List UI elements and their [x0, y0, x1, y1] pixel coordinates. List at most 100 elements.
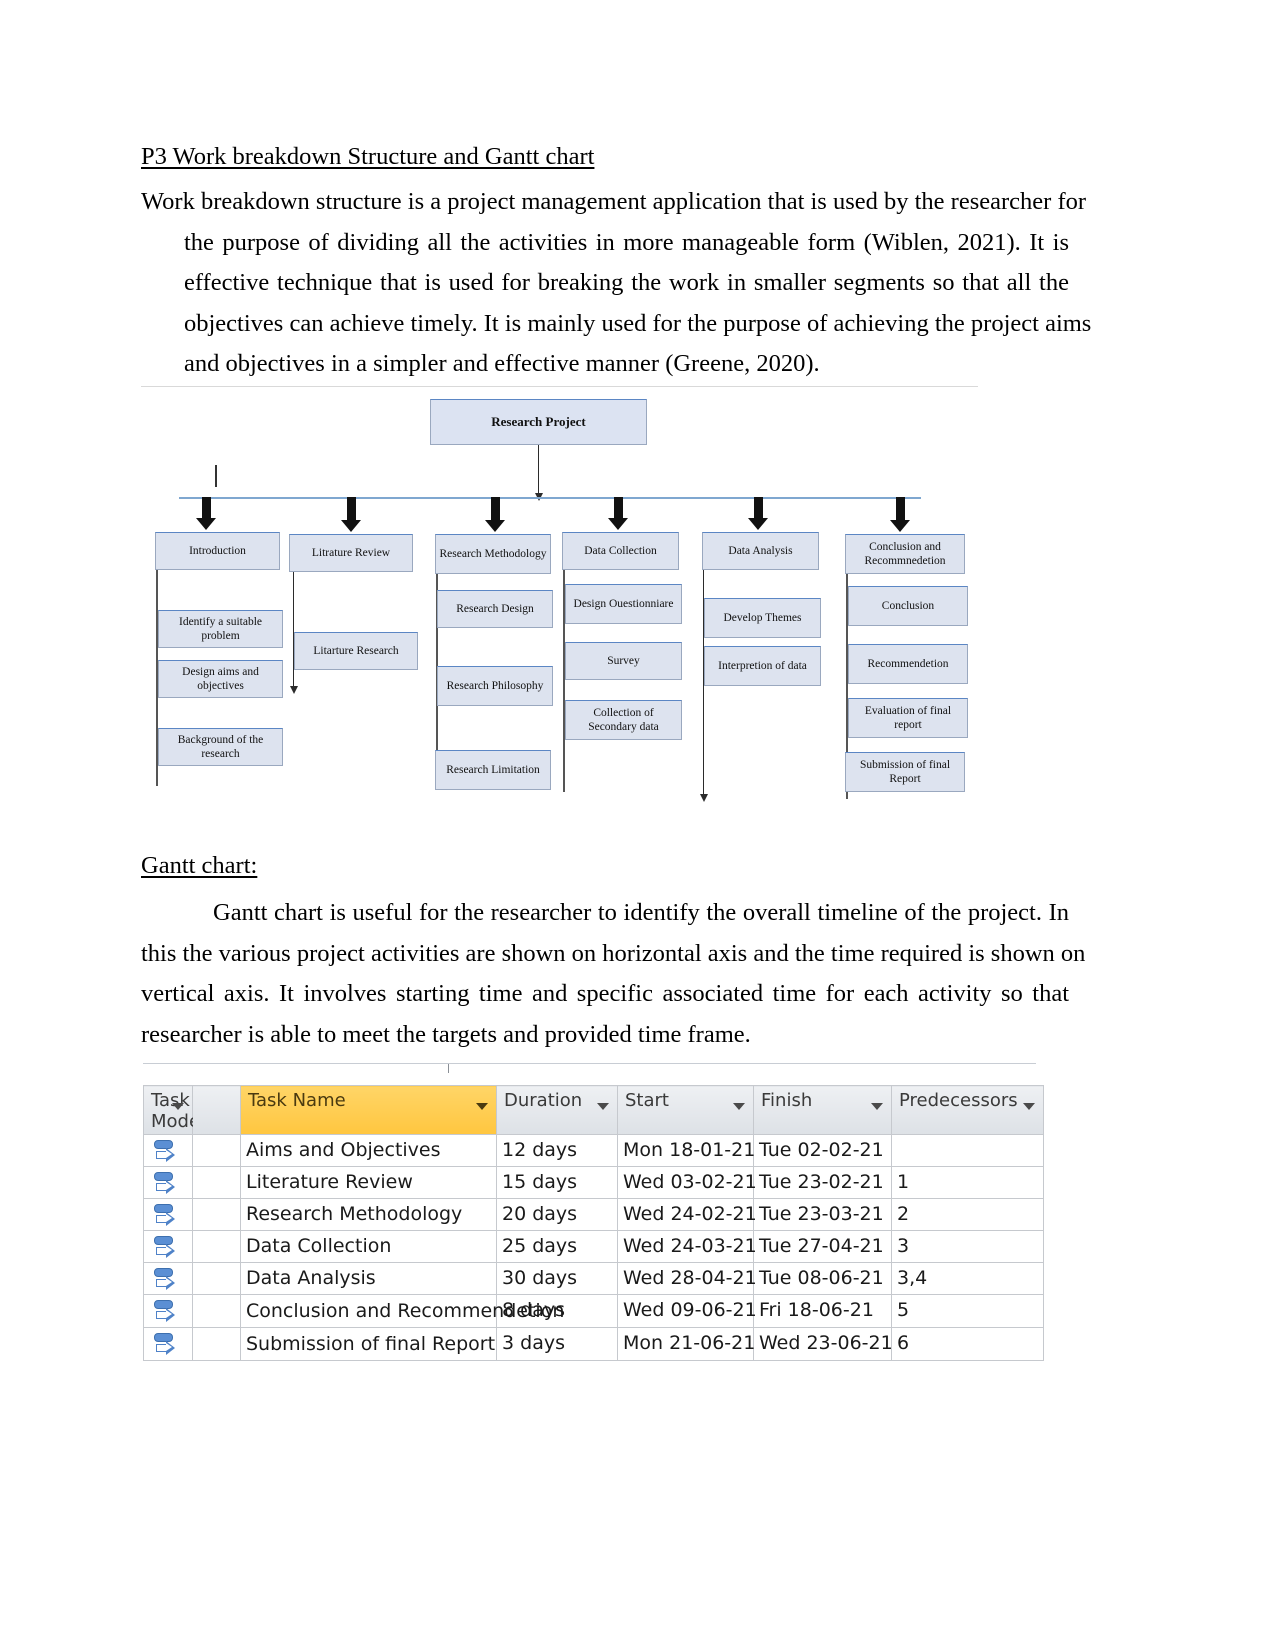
start-cell[interactable]: Wed 24-03-21 — [617, 1230, 757, 1263]
task-name-cell[interactable]: Data Analysis — [240, 1262, 497, 1295]
paragraph-line: Gantt chart is useful for the researcher… — [213, 899, 1069, 926]
task-name-cell[interactable]: Aims and Objectives — [240, 1134, 497, 1167]
column-header-task-mode[interactable]: Task Mode — [143, 1085, 201, 1135]
wbs-leaf-develop-themes: Develop Themes — [704, 598, 821, 638]
predecessors-cell[interactable]: 2 — [891, 1198, 1044, 1231]
auto-schedule-icon — [153, 1172, 181, 1197]
finish-cell[interactable]: Tue 23-03-21 — [753, 1198, 892, 1231]
duration-cell[interactable]: 15 days — [496, 1166, 618, 1199]
paragraph-line: objectives can achieve timely. It is mai… — [184, 309, 1092, 337]
chevron-down-icon[interactable] — [871, 1103, 883, 1110]
wbs-branch-conclusion: Conclusion and Recommnedetion — [845, 534, 965, 574]
page-title: P3 Work breakdown Structure and Gantt ch… — [141, 143, 595, 170]
wbs-leaf-design-aims: Design aims and objectives — [158, 660, 283, 698]
table-row[interactable]: Submission of final Report 3 days Mon 21… — [143, 1327, 1044, 1361]
start-cell[interactable]: Mon 18-01-21 — [617, 1134, 755, 1167]
wbs-leaf-recommendetion: Recommendetion — [848, 644, 968, 684]
finish-cell[interactable]: Wed 23-06-21 — [753, 1327, 893, 1361]
wbs-leaf-research-philosophy: Research Philosophy — [437, 666, 553, 706]
indicator-cell — [192, 1198, 241, 1231]
task-mode-cell[interactable] — [143, 1294, 193, 1328]
column-header-finish[interactable]: Finish — [753, 1085, 892, 1135]
column-header-start[interactable]: Start — [617, 1085, 754, 1135]
table-row[interactable]: Conclusion and Recommendetion 8 days Wed… — [143, 1294, 1044, 1328]
duration-cell[interactable]: 8 days — [496, 1294, 618, 1328]
wbs-branch-data-analysis: Data Analysis — [702, 532, 819, 570]
finish-cell[interactable]: Tue 08-06-21 — [753, 1262, 892, 1295]
column-header-duration[interactable]: Duration — [496, 1085, 618, 1135]
column-header-indicator[interactable] — [192, 1085, 241, 1135]
start-cell[interactable]: Wed 28-04-21 — [617, 1262, 757, 1295]
wbs-leaf-conclusion: Conclusion — [848, 586, 968, 626]
wbs-branch-introduction: Introduction — [155, 532, 280, 570]
indicator-cell — [192, 1230, 241, 1263]
table-row[interactable]: Data Analysis 30 days Wed 28-04-21 Tue 0… — [143, 1262, 1044, 1295]
chevron-down-icon[interactable] — [597, 1103, 609, 1110]
auto-schedule-icon — [153, 1236, 181, 1261]
task-mode-cell[interactable] — [143, 1327, 193, 1361]
chevron-down-icon[interactable] — [1023, 1103, 1035, 1110]
indicator-cell — [192, 1262, 241, 1295]
paragraph-line: this the various project activities are … — [141, 939, 1086, 967]
task-name-cell[interactable]: Conclusion and Recommendetion — [240, 1294, 564, 1328]
document-page: P3 Work breakdown Structure and Gantt ch… — [0, 0, 1275, 1651]
gantt-paragraph: Gantt chart is useful for the researcher… — [141, 893, 1086, 1055]
chevron-down-icon[interactable] — [733, 1103, 745, 1110]
branch-arrow-litrature-review — [341, 497, 361, 532]
predecessors-cell[interactable]: 3,4 — [891, 1262, 1044, 1295]
wbs-branch-litrature-review: Litrature Review — [289, 534, 413, 572]
column-header-task-name[interactable]: Task Name — [240, 1085, 497, 1135]
auto-schedule-icon — [153, 1268, 181, 1293]
column-header-label: Task Mode — [151, 1090, 201, 1132]
predecessors-cell[interactable]: 5 — [891, 1294, 1044, 1328]
finish-cell[interactable]: Tue 02-02-21 — [753, 1134, 892, 1167]
duration-cell[interactable]: 3 days — [496, 1327, 618, 1361]
table-row[interactable]: Data Collection 25 days Wed 24-03-21 Tue… — [143, 1230, 1044, 1263]
task-name-cell[interactable]: Submission of final Report — [240, 1327, 497, 1361]
table-row[interactable]: Literature Review 15 days Wed 03-02-21 T… — [143, 1166, 1044, 1199]
task-mode-cell[interactable] — [143, 1166, 193, 1199]
task-mode-cell[interactable] — [143, 1262, 193, 1295]
auto-schedule-icon — [153, 1300, 181, 1325]
table-row[interactable]: Research Methodology 20 days Wed 24-02-2… — [143, 1198, 1044, 1231]
finish-cell[interactable]: Fri 18-06-21 — [753, 1294, 892, 1328]
wbs-root-box: Research Project — [430, 399, 647, 445]
predecessors-cell[interactable] — [891, 1134, 1044, 1167]
start-cell[interactable]: Mon 21-06-21 — [617, 1327, 755, 1361]
task-mode-cell[interactable] — [143, 1230, 193, 1263]
task-name-cell[interactable]: Research Methodology — [240, 1198, 497, 1231]
branch-arrow-data-analysis — [748, 497, 768, 530]
start-cell[interactable]: Wed 03-02-21 — [617, 1166, 757, 1199]
task-name-cell[interactable]: Data Collection — [240, 1230, 497, 1263]
finish-cell[interactable]: Tue 27-04-21 — [753, 1230, 892, 1263]
wbs-horizontal-connector — [179, 497, 921, 499]
indicator-cell — [192, 1294, 241, 1328]
task-name-cell[interactable]: Literature Review — [240, 1166, 497, 1199]
task-mode-cell[interactable] — [143, 1198, 193, 1231]
duration-cell[interactable]: 20 days — [496, 1198, 618, 1231]
finish-cell[interactable]: Tue 23-02-21 — [753, 1166, 892, 1199]
duration-cell[interactable]: 25 days — [496, 1230, 618, 1263]
auto-schedule-icon — [153, 1333, 181, 1358]
task-mode-cell[interactable] — [143, 1134, 193, 1167]
chevron-down-icon[interactable] — [476, 1103, 488, 1110]
wbs-leaf-design-questionnaire: Design Ouestionniare — [565, 584, 682, 624]
auto-schedule-icon — [153, 1140, 181, 1165]
branch-arrow-research-methodology — [485, 497, 505, 532]
wbs-leaf-litarture-research: Litarture Research — [294, 632, 418, 670]
start-cell[interactable]: Wed 24-02-21 — [617, 1198, 757, 1231]
duration-cell[interactable]: 30 days — [496, 1262, 618, 1295]
start-cell[interactable]: Wed 09-06-21 — [617, 1294, 757, 1328]
predecessors-cell[interactable]: 3 — [891, 1230, 1044, 1263]
predecessors-cell[interactable]: 1 — [891, 1166, 1044, 1199]
duration-cell[interactable]: 12 days — [496, 1134, 618, 1167]
table-row[interactable]: Aims and Objectives 12 days Mon 18-01-21… — [143, 1134, 1044, 1167]
column-header-label: Predecessors — [899, 1090, 1018, 1111]
chevron-down-icon[interactable] — [172, 1103, 184, 1110]
column-header-predecessors[interactable]: Predecessors — [891, 1085, 1044, 1135]
branch-arrow-data-collection — [608, 497, 628, 530]
auto-schedule-icon — [153, 1204, 181, 1229]
wbs-leaf-collection-secondary-data: Collection of Secondary data — [565, 700, 682, 740]
predecessors-cell[interactable]: 6 — [891, 1327, 1044, 1361]
gantt-table-figure: Task Mode Task Name Duration Start Finis… — [143, 1063, 1044, 1398]
